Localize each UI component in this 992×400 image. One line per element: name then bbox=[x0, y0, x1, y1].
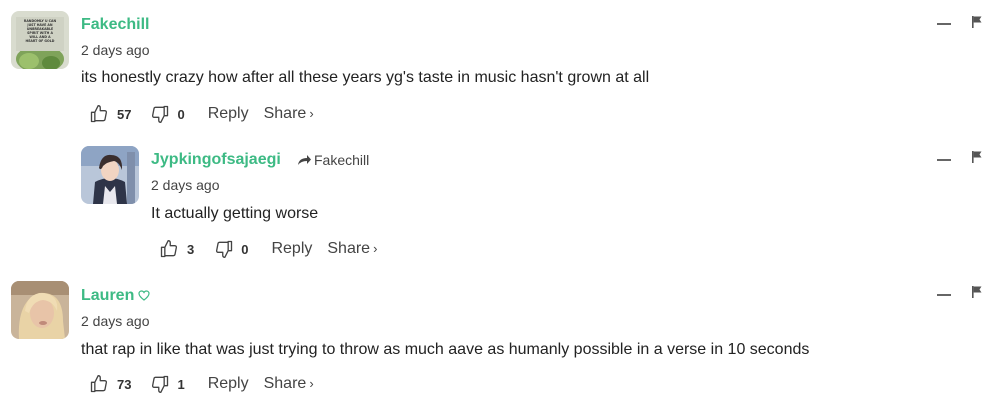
comment: Lauren 2 days ago that rap in like that … bbox=[0, 270, 992, 400]
chevron-right-icon: › bbox=[309, 106, 314, 121]
reply-button[interactable]: Reply bbox=[271, 240, 312, 258]
flag-icon[interactable] bbox=[971, 150, 983, 164]
thumbs-up-icon bbox=[90, 375, 108, 393]
reply-to-username: Fakechill bbox=[314, 152, 370, 168]
collapse-icon[interactable] bbox=[937, 294, 951, 296]
thumbs-up-icon bbox=[160, 240, 178, 258]
flag-icon[interactable] bbox=[971, 15, 983, 29]
reply-button[interactable]: Reply bbox=[208, 105, 249, 123]
like-count: 3 bbox=[187, 241, 195, 257]
thumbs-down-icon bbox=[216, 240, 233, 258]
avatar[interactable]: RANDOMLY U CAN JUST HAVE AN UNBREAKABLE … bbox=[11, 11, 69, 69]
dislike-button[interactable] bbox=[150, 104, 170, 124]
comment-actions: 73 1 Reply Share › bbox=[89, 372, 314, 396]
like-count: 73 bbox=[117, 376, 132, 392]
avatar-image bbox=[81, 146, 139, 204]
reply-actions: 3 0 Reply Share › bbox=[159, 237, 377, 261]
avatar[interactable] bbox=[81, 146, 139, 204]
comment-username-text: Lauren bbox=[81, 287, 135, 304]
reply-button[interactable]: Reply bbox=[208, 375, 249, 393]
reply-arrow-icon bbox=[298, 155, 311, 165]
comment-text: that rap in like that was just trying to… bbox=[81, 341, 810, 358]
comment-timestamp: 2 days ago bbox=[81, 42, 150, 58]
comment-username[interactable]: Lauren bbox=[81, 287, 150, 305]
collapse-icon[interactable] bbox=[937, 159, 951, 161]
reply-timestamp: 2 days ago bbox=[151, 177, 220, 193]
dislike-count: 1 bbox=[177, 376, 185, 392]
avatar[interactable] bbox=[11, 281, 69, 339]
like-button[interactable] bbox=[159, 239, 179, 259]
share-label: Share bbox=[263, 375, 307, 392]
dislike-count: 0 bbox=[177, 106, 185, 122]
reply-username[interactable]: Jypkingofsajaegi bbox=[151, 151, 281, 169]
comment-text: its honestly crazy how after all these y… bbox=[81, 69, 650, 86]
share-label: Share bbox=[263, 105, 307, 122]
thumbs-down-icon bbox=[152, 375, 169, 393]
collapse-icon[interactable] bbox=[937, 23, 951, 25]
like-button[interactable] bbox=[89, 374, 109, 394]
comment: RANDOMLY U CAN JUST HAVE AN UNBREAKABLE … bbox=[0, 0, 992, 130]
comment-timestamp: 2 days ago bbox=[81, 313, 150, 329]
dislike-button[interactable] bbox=[150, 374, 170, 394]
like-count: 57 bbox=[117, 106, 132, 122]
like-button[interactable] bbox=[89, 104, 109, 124]
reply-text: It actually getting worse bbox=[151, 205, 319, 222]
chevron-right-icon: › bbox=[309, 376, 314, 391]
share-button[interactable]: Share › bbox=[264, 375, 314, 393]
reply-to-indicator[interactable]: Fakechill bbox=[296, 152, 369, 168]
dislike-count: 0 bbox=[241, 241, 249, 257]
flag-icon[interactable] bbox=[971, 285, 983, 299]
share-button[interactable]: Share › bbox=[327, 240, 377, 258]
chevron-right-icon: › bbox=[373, 241, 378, 256]
thumbs-up-icon bbox=[90, 105, 108, 123]
comment-username[interactable]: Fakechill bbox=[81, 16, 149, 34]
avatar-image: RANDOMLY U CAN JUST HAVE AN UNBREAKABLE … bbox=[11, 11, 69, 69]
comment-actions: 57 0 Reply Share › bbox=[89, 102, 314, 126]
share-label: Share bbox=[327, 240, 371, 257]
heart-outline-icon bbox=[138, 290, 150, 302]
dislike-button[interactable] bbox=[214, 239, 234, 259]
thumbs-down-icon bbox=[152, 105, 169, 124]
comment-reply: Jypkingofsajaegi Fakechill 2 days ago It… bbox=[0, 135, 992, 265]
svg-text:HEART OF GOLD: HEART OF GOLD bbox=[26, 39, 55, 43]
avatar-image bbox=[11, 281, 69, 339]
share-button[interactable]: Share › bbox=[264, 105, 314, 123]
